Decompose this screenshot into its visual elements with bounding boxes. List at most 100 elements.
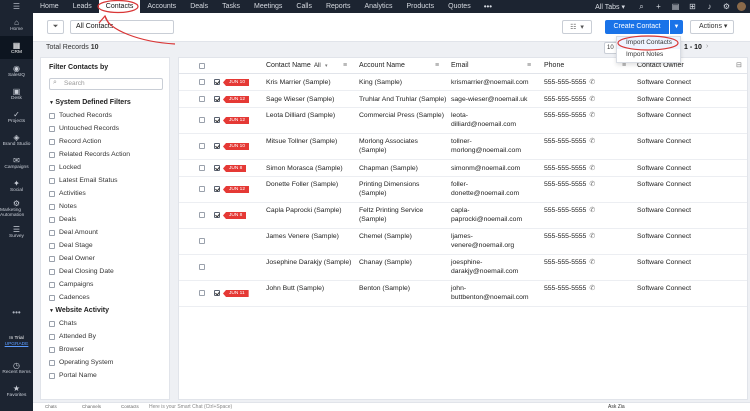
filter-checkbox[interactable] [49,320,55,327]
email-value[interactable]: ljames-venere@noemail.org [451,232,514,250]
notifications-icon[interactable]: ♪ [701,2,718,11]
filter-item[interactable]: Attended By [49,330,167,343]
rail-item-survey[interactable]: ☰ Survey [0,220,33,243]
view-selector[interactable]: All Contacts [70,20,174,34]
account-name-link[interactable]: Chanay (Sample) [359,258,447,267]
table-row[interactable]: James Venere (Sample) Chemel (Sample) ljam… [179,229,747,255]
column-settings-icon[interactable]: ⊟ [736,58,742,74]
phone-value[interactable]: 555-555-5555 ✆ [544,164,595,173]
phone-value[interactable]: 555-555-5555 ✆ [544,258,595,267]
phone-value[interactable]: 555-555-5555 ✆ [544,111,595,120]
tab-products[interactable]: Products [400,0,442,13]
account-name-link[interactable]: Benton (Sample) [359,284,447,293]
bottom-chats[interactable]: Chats [45,404,57,409]
avatar[interactable] [737,2,746,11]
table-row[interactable]: JUN 12 Sage Wieser (Sample) Truhlar And Tr… [179,91,747,108]
tab-tasks[interactable]: Tasks [215,0,247,13]
email-value[interactable]: capla-paprocki@noemail.com [451,206,522,224]
filter-checkbox[interactable] [49,151,55,158]
row-checkbox[interactable] [199,238,205,244]
import-notes-item[interactable]: Import Notes [617,49,680,61]
filter-item[interactable]: Activities [49,187,167,200]
account-name-link[interactable]: Printing Dimensions (Sample) [359,180,447,198]
filter-item[interactable]: Campaigns [49,278,167,291]
system-filters-section[interactable]: ▼ System Defined Filters [49,96,167,109]
filter-checkbox[interactable] [49,333,55,340]
rail-item-home[interactable]: ⌂ Home [0,13,33,36]
rail-item-desk[interactable]: ▣ Desk [0,82,33,105]
tab-leads[interactable]: Leads [66,0,99,13]
filter-item[interactable]: Record Action [49,135,167,148]
filter-checkbox[interactable] [49,281,55,288]
filter-item[interactable]: Related Records Action [49,148,167,161]
tab-meetings[interactable]: Meetings [247,0,289,13]
column-email[interactable]: Email [451,58,469,74]
phone-value[interactable]: 555-555-5555 ✆ [544,232,595,241]
phone-icon[interactable]: ✆ [589,79,595,86]
rail-item-projects[interactable]: ✓ Projects [0,105,33,128]
filter-item[interactable]: Cadences [49,291,167,304]
phone-icon[interactable]: ✆ [589,181,595,188]
phone-value[interactable]: 555-555-5555 ✆ [544,95,595,104]
menu-icon[interactable]: ☰ [0,0,33,13]
smart-chat-input[interactable]: Here is your Smart Chat (Ctrl+Space) [149,404,232,410]
column-account-name[interactable]: Account Name [359,58,405,74]
table-row[interactable]: JUN 11 John Butt (Sample) Benton (Sample) j… [179,281,747,307]
row-checkbox[interactable] [199,96,205,102]
filter-checkbox[interactable] [49,242,55,249]
contact-name-link[interactable]: Kris Marrier (Sample) [266,78,331,87]
filter-item[interactable]: Browser [49,343,167,356]
chevron-down-icon[interactable]: ▾ [325,58,328,74]
all-tabs-menu[interactable]: All Tabs ▾ [595,3,625,11]
account-name-link[interactable]: Chapman (Sample) [359,164,447,173]
tab-accounts[interactable]: Accounts [140,0,183,13]
column-contact-name[interactable]: Contact Name [266,58,311,74]
contact-name-link[interactable]: Mitsue Tollner (Sample) [266,137,337,146]
row-checkbox[interactable] [199,79,205,85]
filter-item[interactable]: Deals [49,213,167,226]
filter-checkbox[interactable] [49,203,55,210]
filter-item[interactable]: Deal Amount [49,226,167,239]
email-value[interactable]: krismarrier@noemail.com [451,78,529,87]
tab-quotes[interactable]: Quotes [441,0,478,13]
table-row[interactable]: JUN 10 Kris Marrier (Sample) King (Sample)… [179,74,747,91]
more-tabs-icon[interactable]: ••• [478,2,498,11]
filter-checkbox[interactable] [49,190,55,197]
filter-checkbox[interactable] [49,346,55,353]
rail-item-campaigns[interactable]: ✉ Campaigns [0,151,33,174]
email-value[interactable]: sage-wieser@noemail.uk [451,95,527,104]
account-name-link[interactable]: Morlong Associates (Sample) [359,137,447,155]
contact-name-link[interactable]: Simon Morasca (Sample) [266,164,343,173]
search-icon[interactable]: ⌕ [633,2,650,12]
table-row[interactable]: JUN 12 Leota Dilliard (Sample) Commercial … [179,108,747,134]
add-icon[interactable]: + [650,2,667,11]
filter-item[interactable]: Deal Stage [49,239,167,252]
rail-item-crm[interactable]: ▦ CRM [0,36,33,59]
row-checkbox[interactable] [199,165,205,171]
filter-checkbox[interactable] [49,294,55,301]
ask-zia-button[interactable]: Ask Zia [608,404,625,410]
view-mode-button[interactable]: ☷ ▾ [562,20,592,34]
filter-checkbox[interactable] [49,229,55,236]
rail-item-social[interactable]: ✦ Social [0,174,33,197]
select-all-checkbox[interactable] [199,63,205,69]
rail-item-brand-studio[interactable]: ◈ Brand Studio [0,128,33,151]
rail-item-marketing-automation[interactable]: ⚙ Marketing Automation [0,197,33,220]
filter-checkbox[interactable] [49,138,55,145]
filter-checkbox[interactable] [49,359,55,366]
phone-icon[interactable]: ✆ [589,259,595,266]
filter-checkbox[interactable] [49,216,55,223]
phone-icon[interactable]: ✆ [589,138,595,145]
filter-checkbox[interactable] [49,164,55,171]
column-menu-icon[interactable]: ≡ [435,58,439,74]
phone-value[interactable]: 555-555-5555 ✆ [544,206,595,215]
account-name-link[interactable]: Chemel (Sample) [359,232,447,241]
settings-icon[interactable]: ⚙ [718,2,735,11]
filter-item[interactable]: Notes [49,200,167,213]
rail-item-salesiq[interactable]: ◉ SalesIQ [0,59,33,82]
filter-checkbox[interactable] [49,372,55,379]
filter-item[interactable]: Touched Records [49,109,167,122]
email-value[interactable]: tollner-morlong@noemail.com [451,137,521,155]
phone-icon[interactable]: ✆ [589,112,595,119]
tab-home[interactable]: Home [33,0,66,13]
